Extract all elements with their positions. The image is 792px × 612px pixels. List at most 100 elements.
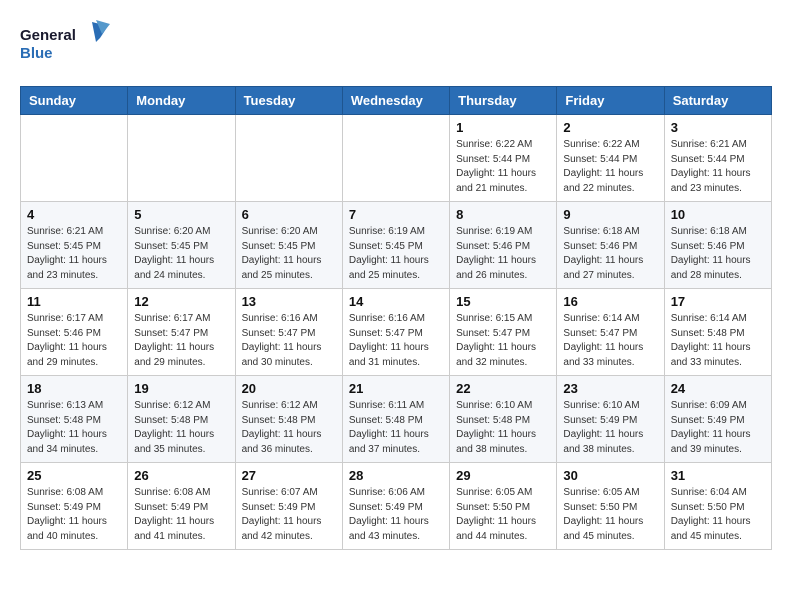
- day-number: 22: [456, 381, 550, 396]
- calendar-cell: [342, 115, 449, 202]
- day-info: Sunrise: 6:04 AM Sunset: 5:50 PM Dayligh…: [671, 486, 765, 544]
- day-number: 8: [456, 207, 550, 222]
- calendar-cell: 21Sunrise: 6:11 AM Sunset: 5:48 PM Dayli…: [342, 376, 449, 463]
- calendar-cell: 29 Sunrise: 6:05 AM Sunset: 5:50 PM Dayli…: [450, 463, 557, 550]
- day-info: Sunrise: 6:22 AM Sunset: 5:44 PM Dayligh…: [456, 138, 550, 196]
- day-info: Sunrise: 6:21 AM Sunset: 5:44 PM Dayligh…: [671, 138, 765, 196]
- day-info: Sunrise: 6:05 AM Sunset: 5:50 PM Dayligh…: [456, 486, 550, 544]
- svg-text:General: General: [20, 27, 76, 44]
- day-number: 4: [27, 207, 121, 222]
- day-number: 24: [671, 381, 765, 396]
- day-info: Sunrise: 6:12 AM Sunset: 5:48 PM Dayligh…: [242, 399, 336, 457]
- calendar-week-row: 4 Sunrise: 6:21 AM Sunset: 5:45 PM Daylig…: [21, 202, 772, 289]
- day-number: 9: [563, 207, 657, 222]
- day-number: 19: [134, 381, 228, 396]
- day-number: 13: [242, 294, 336, 309]
- day-info: Sunrise: 6:21 AM Sunset: 5:45 PM Dayligh…: [27, 225, 121, 283]
- calendar-cell: 12 Sunrise: 6:17 AM Sunset: 5:47 PM Dayli…: [128, 289, 235, 376]
- day-number: 11: [27, 294, 121, 309]
- day-info: Sunrise: 6:08 AM Sunset: 5:49 PM Dayligh…: [27, 486, 121, 544]
- day-number: 31: [671, 468, 765, 483]
- calendar-cell: 13 Sunrise: 6:16 AM Sunset: 5:47 PM Dayli…: [235, 289, 342, 376]
- page-header: General Blue: [20, 20, 772, 70]
- calendar-cell: 5Sunrise: 6:20 AM Sunset: 5:45 PM Daylig…: [128, 202, 235, 289]
- calendar-cell: 25 Sunrise: 6:08 AM Sunset: 5:49 PM Dayli…: [21, 463, 128, 550]
- calendar-cell: 15 Sunrise: 6:15 AM Sunset: 5:47 PM Dayli…: [450, 289, 557, 376]
- day-number: 3: [671, 120, 765, 135]
- calendar-table: SundayMondayTuesdayWednesdayThursdayFrid…: [20, 86, 772, 550]
- day-header-thursday: Thursday: [450, 87, 557, 115]
- calendar-week-row: 11Sunrise: 6:17 AM Sunset: 5:46 PM Dayli…: [21, 289, 772, 376]
- day-header-tuesday: Tuesday: [235, 87, 342, 115]
- calendar-week-row: 25 Sunrise: 6:08 AM Sunset: 5:49 PM Dayli…: [21, 463, 772, 550]
- day-header-sunday: Sunday: [21, 87, 128, 115]
- day-info: Sunrise: 6:06 AM Sunset: 5:49 PM Dayligh…: [349, 486, 443, 544]
- day-number: 17: [671, 294, 765, 309]
- day-info: Sunrise: 6:19 AM Sunset: 5:46 PM Dayligh…: [456, 225, 550, 283]
- day-number: 10: [671, 207, 765, 222]
- day-info: Sunrise: 6:19 AM Sunset: 5:45 PM Dayligh…: [349, 225, 443, 283]
- calendar-header-row: SundayMondayTuesdayWednesdayThursdayFrid…: [21, 87, 772, 115]
- logo-svg: General Blue: [20, 20, 110, 70]
- calendar-cell: 2 Sunrise: 6:22 AM Sunset: 5:44 PM Daylig…: [557, 115, 664, 202]
- calendar-cell: 19 Sunrise: 6:12 AM Sunset: 5:48 PM Dayli…: [128, 376, 235, 463]
- calendar-cell: 18 Sunrise: 6:13 AM Sunset: 5:48 PM Dayli…: [21, 376, 128, 463]
- day-info: Sunrise: 6:18 AM Sunset: 5:46 PM Dayligh…: [671, 225, 765, 283]
- day-info: Sunrise: 6:14 AM Sunset: 5:47 PM Dayligh…: [563, 312, 657, 370]
- day-info: Sunrise: 6:17 AM Sunset: 5:47 PM Dayligh…: [134, 312, 228, 370]
- day-info: Sunrise: 6:09 AM Sunset: 5:49 PM Dayligh…: [671, 399, 765, 457]
- calendar-cell: [21, 115, 128, 202]
- day-info: Sunrise: 6:07 AM Sunset: 5:49 PM Dayligh…: [242, 486, 336, 544]
- day-number: 12: [134, 294, 228, 309]
- logo: General Blue: [20, 20, 110, 70]
- day-info: Sunrise: 6:08 AM Sunset: 5:49 PM Dayligh…: [134, 486, 228, 544]
- day-info: Sunrise: 6:13 AM Sunset: 5:48 PM Dayligh…: [27, 399, 121, 457]
- day-header-saturday: Saturday: [664, 87, 771, 115]
- day-number: 7: [349, 207, 443, 222]
- calendar-cell: 17Sunrise: 6:14 AM Sunset: 5:48 PM Dayli…: [664, 289, 771, 376]
- calendar-cell: 16 Sunrise: 6:14 AM Sunset: 5:47 PM Dayli…: [557, 289, 664, 376]
- day-info: Sunrise: 6:16 AM Sunset: 5:47 PM Dayligh…: [242, 312, 336, 370]
- day-info: Sunrise: 6:11 AM Sunset: 5:48 PM Dayligh…: [349, 399, 443, 457]
- day-number: 26: [134, 468, 228, 483]
- calendar-cell: 10 Sunrise: 6:18 AM Sunset: 5:46 PM Dayli…: [664, 202, 771, 289]
- calendar-cell: 1 Sunrise: 6:22 AM Sunset: 5:44 PM Daylig…: [450, 115, 557, 202]
- calendar-cell: 14 Sunrise: 6:16 AM Sunset: 5:47 PM Dayli…: [342, 289, 449, 376]
- day-number: 15: [456, 294, 550, 309]
- day-number: 1: [456, 120, 550, 135]
- day-number: 20: [242, 381, 336, 396]
- day-info: Sunrise: 6:12 AM Sunset: 5:48 PM Dayligh…: [134, 399, 228, 457]
- calendar-week-row: 18 Sunrise: 6:13 AM Sunset: 5:48 PM Dayli…: [21, 376, 772, 463]
- day-number: 18: [27, 381, 121, 396]
- day-number: 16: [563, 294, 657, 309]
- day-info: Sunrise: 6:18 AM Sunset: 5:46 PM Dayligh…: [563, 225, 657, 283]
- calendar-cell: 20 Sunrise: 6:12 AM Sunset: 5:48 PM Dayli…: [235, 376, 342, 463]
- calendar-cell: 23Sunrise: 6:10 AM Sunset: 5:49 PM Dayli…: [557, 376, 664, 463]
- calendar-cell: 3 Sunrise: 6:21 AM Sunset: 5:44 PM Daylig…: [664, 115, 771, 202]
- day-number: 14: [349, 294, 443, 309]
- day-info: Sunrise: 6:22 AM Sunset: 5:44 PM Dayligh…: [563, 138, 657, 196]
- day-info: Sunrise: 6:05 AM Sunset: 5:50 PM Dayligh…: [563, 486, 657, 544]
- day-info: Sunrise: 6:10 AM Sunset: 5:49 PM Dayligh…: [563, 399, 657, 457]
- calendar-cell: 24 Sunrise: 6:09 AM Sunset: 5:49 PM Dayli…: [664, 376, 771, 463]
- calendar-cell: 11Sunrise: 6:17 AM Sunset: 5:46 PM Dayli…: [21, 289, 128, 376]
- calendar-cell: 31 Sunrise: 6:04 AM Sunset: 5:50 PM Dayli…: [664, 463, 771, 550]
- calendar-cell: 8 Sunrise: 6:19 AM Sunset: 5:46 PM Daylig…: [450, 202, 557, 289]
- calendar-cell: 6Sunrise: 6:20 AM Sunset: 5:45 PM Daylig…: [235, 202, 342, 289]
- day-info: Sunrise: 6:15 AM Sunset: 5:47 PM Dayligh…: [456, 312, 550, 370]
- calendar-cell: 9 Sunrise: 6:18 AM Sunset: 5:46 PM Daylig…: [557, 202, 664, 289]
- calendar-cell: [128, 115, 235, 202]
- calendar-cell: 28Sunrise: 6:06 AM Sunset: 5:49 PM Dayli…: [342, 463, 449, 550]
- day-number: 30: [563, 468, 657, 483]
- calendar-cell: 27Sunrise: 6:07 AM Sunset: 5:49 PM Dayli…: [235, 463, 342, 550]
- day-number: 6: [242, 207, 336, 222]
- calendar-cell: 4 Sunrise: 6:21 AM Sunset: 5:45 PM Daylig…: [21, 202, 128, 289]
- day-number: 2: [563, 120, 657, 135]
- day-info: Sunrise: 6:16 AM Sunset: 5:47 PM Dayligh…: [349, 312, 443, 370]
- day-info: Sunrise: 6:20 AM Sunset: 5:45 PM Dayligh…: [134, 225, 228, 283]
- calendar-cell: [235, 115, 342, 202]
- day-number: 25: [27, 468, 121, 483]
- day-header-friday: Friday: [557, 87, 664, 115]
- day-number: 29: [456, 468, 550, 483]
- calendar-cell: 30 Sunrise: 6:05 AM Sunset: 5:50 PM Dayli…: [557, 463, 664, 550]
